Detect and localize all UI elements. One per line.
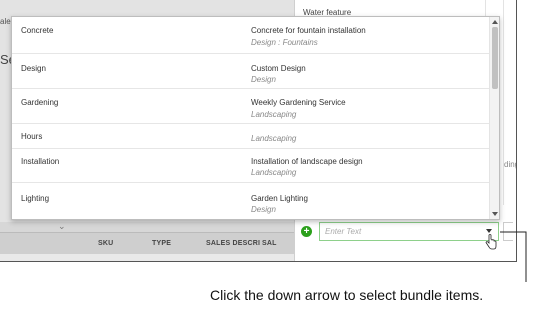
item-category: Landscaping [251,134,297,143]
list-item[interactable]: Lighting Garden Lighting Design [12,183,489,219]
hand-cursor-icon [485,234,497,250]
bundle-item-input[interactable] [319,222,499,241]
item-name: Concrete [21,26,54,35]
column-header-sku[interactable]: SKU [98,240,113,247]
item-description: Garden Lighting [251,194,308,203]
bundle-items-dropdown: Concrete Concrete for fountain installat… [11,16,500,220]
list-item[interactable]: Installation Installation of landscape d… [12,149,489,183]
item-description: Custom Design [251,64,306,73]
row-extra-cell [503,222,513,241]
dropdown-scrollbar[interactable] [489,17,499,219]
divider [503,0,504,205]
callout-caption: Click the down arrow to select bundle it… [210,287,484,303]
list-item[interactable]: Concrete Concrete for fountain installat… [12,17,489,54]
scroll-thumb[interactable] [492,27,498,89]
scroll-down-icon[interactable] [492,212,498,216]
item-category: Landscaping [251,110,297,119]
table-header: SKU TYPE SALES DESCRI SAL [0,232,294,254]
item-category: Design : Fountains [251,38,318,47]
item-name: Hours [21,132,43,141]
table-body [0,254,294,261]
table-toolbar: ⌄ [0,221,294,232]
column-header-sales-description[interactable]: SALES DESCRI [206,240,260,247]
dropdown-arrow-icon[interactable] [486,229,492,233]
item-category: Landscaping [251,168,297,177]
scroll-up-icon[interactable] [492,20,498,24]
item-name: Gardening [21,98,59,107]
item-description: Concrete for fountain installation [251,26,366,35]
column-header-sales-price[interactable]: SAL [262,240,277,247]
partial-text: ding [504,160,516,169]
item-name: Lighting [21,194,50,203]
chevron-down-icon[interactable]: ⌄ [58,221,66,232]
item-description: Installation of landscape design [251,157,363,166]
item-category: Design [251,75,276,84]
column-header-type[interactable]: TYPE [152,240,171,247]
item-category: Design [251,205,276,214]
list-item[interactable]: Hours Landscaping [12,124,489,149]
item-description: Weekly Gardening Service [251,98,346,107]
item-name: Installation [21,157,60,166]
list-item[interactable]: Design Custom Design Design [12,54,489,89]
add-circle-icon[interactable]: + [301,226,312,237]
item-name: Design [21,64,46,73]
edge-label: ale [0,17,11,26]
list-item[interactable]: Gardening Weekly Gardening Service Lands… [12,89,489,124]
